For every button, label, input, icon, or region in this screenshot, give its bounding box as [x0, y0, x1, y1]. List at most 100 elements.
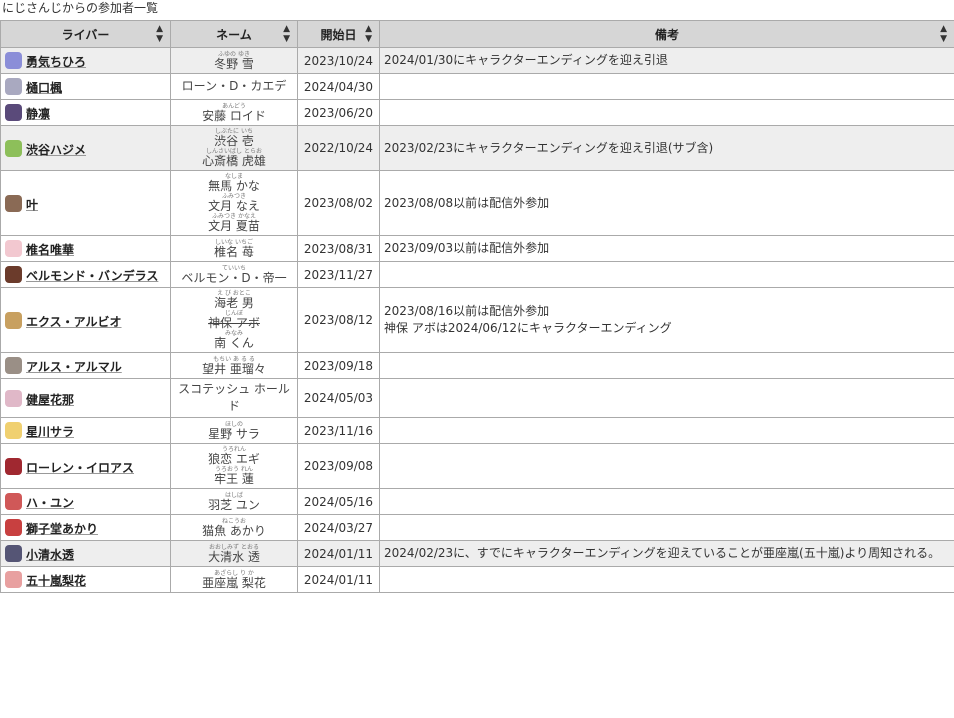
table-row: アルス・アルマル もちい あ る る望井 亜瑠々 2023/09/18: [0, 352, 954, 379]
avatar-icon: [5, 194, 22, 212]
start-date-cell: 2023/11/16: [297, 417, 380, 444]
name-text: 望井 亜瑠々: [202, 361, 266, 376]
notes-cell: 2023/08/16以前は配信外参加 神保 アボは2024/06/12にキャラクタ…: [379, 287, 954, 353]
liver-entry: ローレン・イロアス: [5, 457, 166, 477]
name-cell: しぶたに いち 渋谷 壱しんさいばし とらお 心斎橋 虎雄: [170, 125, 298, 171]
participants-table: ライバー ▲ ▼ ネーム ▲ ▼ 開始日 ▲ ▼ 備考 ▲ ▼ 勇気ちひろ ふゆの ゆき冬…: [0, 20, 954, 593]
column-header-liver[interactable]: ライバー ▲ ▼: [0, 20, 171, 48]
liver-cell: 小清水透: [0, 540, 171, 567]
liver-entry: 渋谷ハジメ: [5, 139, 166, 159]
name-entry: ふみつき 文月 なえ: [174, 193, 294, 213]
liver-link[interactable]: 樋口楓: [26, 80, 62, 97]
liver-link[interactable]: アルス・アルマル: [26, 359, 122, 376]
liver-cell: 静凛: [0, 99, 171, 126]
start-date-cell: 2023/06/20: [297, 99, 380, 126]
name-text: 羽芝 ユン: [208, 497, 260, 512]
avatar-icon: [5, 389, 22, 407]
name-entry: あざらし り か亜座嵐 梨花: [174, 570, 294, 590]
liver-link[interactable]: 叶: [26, 197, 38, 214]
column-header-name[interactable]: ネーム ▲ ▼: [170, 20, 298, 48]
name-text: 冬野 雪: [214, 56, 254, 71]
liver-cell: 獅子堂あかり: [0, 514, 171, 541]
name-cell: ていいち ベルモン・D・帝一: [170, 261, 298, 288]
notes-cell: 2023/08/08以前は配信外参加: [379, 170, 954, 236]
liver-cell: ローレン・イロアス: [0, 443, 171, 489]
name-text: 無馬 かな: [208, 179, 260, 193]
name-cell: おおしみず とおる 大清水 透: [170, 540, 298, 567]
start-date-cell: 2023/08/31: [297, 235, 380, 262]
avatar-icon: [5, 422, 22, 439]
avatar-icon: [5, 104, 22, 121]
start-date-cell: 2024/01/11: [297, 566, 380, 593]
avatar-icon: [5, 571, 22, 588]
sort-arrows-icon[interactable]: ▲ ▼: [283, 24, 290, 44]
name-cell: あんどう 安藤 ロイド: [170, 99, 298, 126]
liver-link[interactable]: 静凛: [26, 106, 50, 123]
liver-link[interactable]: エクス・アルビオ: [26, 314, 122, 331]
name-cell: もちい あ る る望井 亜瑠々: [170, 352, 298, 379]
start-date-cell: 2023/08/12: [297, 287, 380, 353]
start-date-cell: 2024/01/11: [297, 540, 380, 567]
liver-link[interactable]: 健屋花那: [26, 392, 74, 409]
name-cell: はしば 羽芝 ユン: [170, 488, 298, 515]
note-text: 2023/09/03以前は配信外参加: [384, 241, 550, 255]
notes-cell: [379, 261, 954, 288]
sort-arrows-icon[interactable]: ▲ ▼: [365, 24, 372, 44]
liver-cell: ベルモンド・バンデラス: [0, 261, 171, 288]
liver-link[interactable]: 星川サラ: [26, 424, 74, 441]
name-text: 星野 サラ: [208, 426, 260, 441]
liver-cell: 樋口楓: [0, 73, 171, 100]
name-entry: しんさいばし とらお 心斎橋 虎雄: [174, 148, 294, 168]
name-text: 猫魚 あかり: [202, 523, 266, 538]
name-entry: おおしみず とおる 大清水 透: [174, 544, 294, 564]
notes-cell: [379, 566, 954, 593]
liver-cell: エクス・アルビオ: [0, 287, 171, 353]
start-date-cell: 2023/09/08: [297, 443, 380, 489]
table-row: 椎名唯華 しいな いちご 椎名 苺 2023/08/31 2023/09/03以前は配信…: [0, 235, 954, 262]
name-entry: なしま 無馬 かな: [174, 173, 294, 193]
name-entry: うろおう れん 牢王 蓮: [174, 466, 294, 486]
name-text: 神保 アボ: [208, 316, 260, 330]
notes-cell: 2024/01/30にキャラクターエンディングを迎え引退: [379, 47, 954, 74]
column-header-start-date[interactable]: 開始日 ▲ ▼: [297, 20, 380, 48]
table-row: 樋口楓 ローン・D・カエデ 2024/04/30: [0, 73, 954, 100]
liver-link[interactable]: 椎名唯華: [26, 242, 74, 259]
liver-link[interactable]: ローレン・イロアス: [26, 460, 134, 477]
liver-link[interactable]: ハ・ユン: [26, 495, 74, 512]
liver-link[interactable]: 渋谷ハジメ: [26, 142, 86, 159]
liver-cell: 渋谷ハジメ: [0, 125, 171, 171]
liver-cell: 星川サラ: [0, 417, 171, 444]
liver-link[interactable]: 獅子堂あかり: [26, 521, 98, 538]
liver-entry: 静凛: [5, 104, 166, 123]
name-cell: うろれん 狼恋 エギ うろおう れん 牢王 蓮: [170, 443, 298, 489]
liver-link[interactable]: 勇気ちひろ: [26, 54, 86, 71]
liver-entry: 星川サラ: [5, 422, 166, 441]
column-header-notes[interactable]: 備考 ▲ ▼: [379, 20, 954, 48]
liver-entry: 勇気ちひろ: [5, 52, 166, 71]
name-cell: あざらし り か亜座嵐 梨花: [170, 566, 298, 593]
note-text: 2023/08/16以前は配信外参加: [384, 304, 550, 318]
table-row: 小清水透 おおしみず とおる 大清水 透 2024/01/11 2024/02/23に、…: [0, 540, 954, 567]
name-entry: ふゆの ゆき 冬野 雪: [174, 51, 294, 71]
liver-link[interactable]: ベルモンド・バンデラス: [26, 268, 158, 285]
table-row: 健屋花那 スコテッシュ ホールド 2024/05/03: [0, 378, 954, 418]
note-text: 2023/02/23にキャラクターエンディングを迎え引退(サブ含): [384, 140, 714, 155]
avatar-icon: [5, 139, 22, 157]
name-text: ベルモン・D・帝一: [181, 270, 287, 285]
liver-entry: エクス・アルビオ: [5, 311, 166, 331]
name-text: 狼恋 エギ: [208, 452, 260, 466]
name-entry: ほしの 星野 サラ: [174, 421, 294, 441]
start-date-cell: 2023/11/27: [297, 261, 380, 288]
notes-cell: [379, 488, 954, 515]
liver-link[interactable]: 小清水透: [26, 547, 74, 564]
sort-arrows-icon[interactable]: ▲ ▼: [940, 24, 947, 44]
name-entry: はしば 羽芝 ユン: [174, 492, 294, 512]
table-row: 五十嵐梨花 あざらし り か亜座嵐 梨花 2024/01/11: [0, 566, 954, 593]
sort-arrows-icon[interactable]: ▲ ▼: [156, 24, 163, 44]
name-text: 大清水 透: [208, 549, 260, 564]
liver-link[interactable]: 五十嵐梨花: [26, 573, 86, 590]
name-cell: しいな いちご 椎名 苺: [170, 235, 298, 262]
notes-cell: [379, 378, 954, 418]
avatar-icon: [5, 311, 22, 329]
header-row: ライバー ▲ ▼ ネーム ▲ ▼ 開始日 ▲ ▼ 備考 ▲ ▼: [0, 20, 954, 48]
